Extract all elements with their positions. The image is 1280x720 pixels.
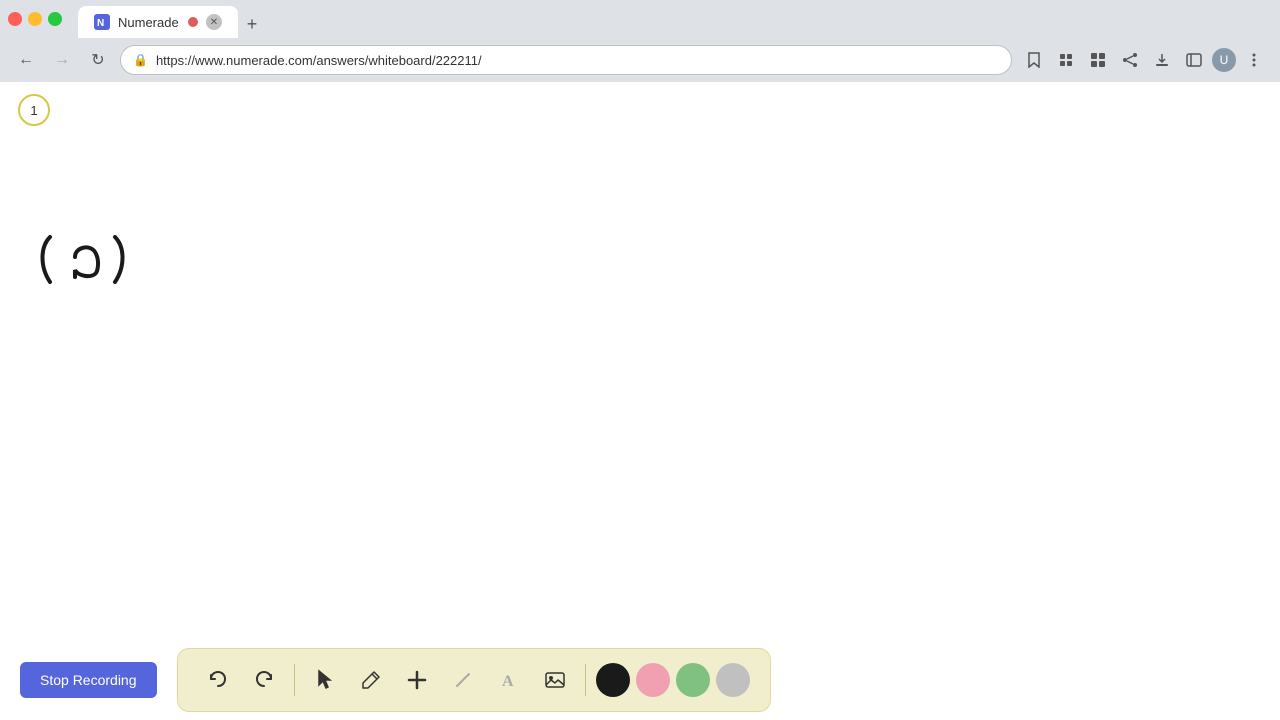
undo-icon — [207, 669, 229, 691]
image-icon — [544, 669, 566, 691]
image-tool-button[interactable] — [535, 660, 575, 700]
window-controls — [8, 12, 62, 26]
tab-title: Numerade — [118, 15, 180, 30]
select-tool-button[interactable] — [305, 660, 345, 700]
download-button[interactable] — [1148, 46, 1176, 74]
whiteboard[interactable]: 1 Stop Recording — [0, 82, 1280, 720]
browser-frame: N Numerade ✕ + ← → ↻ 🔒 https://www.numer… — [0, 0, 1280, 720]
extensions-button[interactable] — [1052, 46, 1080, 74]
grid-icon — [1090, 52, 1106, 68]
svg-text:A: A — [502, 673, 514, 690]
color-green-button[interactable] — [676, 663, 710, 697]
tab-bar: N Numerade ✕ + — [78, 0, 1272, 38]
browser-toolbar-icons: U — [1020, 46, 1268, 74]
lock-icon: 🔒 — [133, 53, 148, 67]
eraser-tool-button[interactable] — [443, 660, 483, 700]
sidebar-button[interactable] — [1180, 46, 1208, 74]
color-pink-button[interactable] — [636, 663, 670, 697]
maximize-window-button[interactable] — [48, 12, 62, 26]
svg-text:N: N — [97, 18, 104, 29]
more-icon — [1246, 52, 1262, 68]
color-gray-button[interactable] — [716, 663, 750, 697]
handwriting-svg — [30, 222, 150, 302]
color-black-button[interactable] — [596, 663, 630, 697]
new-tab-button[interactable]: + — [238, 10, 266, 38]
text-tool-button[interactable]: A — [489, 660, 529, 700]
address-bar[interactable]: 🔒 https://www.numerade.com/answers/white… — [120, 45, 1012, 75]
download-icon — [1154, 52, 1170, 68]
page-content: 1 Stop Recording — [0, 82, 1280, 720]
share-icon — [1122, 52, 1138, 68]
address-bar-row: ← → ↻ 🔒 https://www.numerade.com/answers… — [0, 38, 1280, 82]
stop-recording-button[interactable]: Stop Recording — [20, 662, 157, 698]
bookmark-icon — [1026, 52, 1042, 68]
bottom-toolbar-wrapper: Stop Recording — [0, 640, 1280, 720]
share-button[interactable] — [1116, 46, 1144, 74]
text-icon: A — [498, 669, 520, 691]
url-text: https://www.numerade.com/answers/whitebo… — [156, 53, 999, 68]
reload-button[interactable]: ↻ — [84, 46, 112, 74]
pen-icon — [360, 669, 382, 691]
sidebar-icon — [1186, 52, 1202, 68]
puzzle-icon — [1058, 52, 1074, 68]
redo-icon — [253, 669, 275, 691]
handwritten-content — [30, 222, 150, 312]
minimize-window-button[interactable] — [28, 12, 42, 26]
add-tool-button[interactable] — [397, 660, 437, 700]
active-tab[interactable]: N Numerade ✕ — [78, 6, 238, 38]
menu-button[interactable] — [1240, 46, 1268, 74]
plus-icon — [406, 669, 428, 691]
undo-button[interactable] — [198, 660, 238, 700]
profile-avatar[interactable]: U — [1212, 48, 1236, 72]
tab-close-button[interactable]: ✕ — [206, 14, 222, 30]
eraser-icon — [452, 669, 474, 691]
redo-button[interactable] — [244, 660, 284, 700]
page-number-badge: 1 — [18, 94, 50, 126]
close-window-button[interactable] — [8, 12, 22, 26]
toolbar-divider-2 — [585, 664, 586, 696]
toolbar-divider-1 — [294, 664, 295, 696]
title-bar: N Numerade ✕ + — [0, 0, 1280, 38]
back-button[interactable]: ← — [12, 46, 40, 74]
grid-button[interactable] — [1084, 46, 1112, 74]
cursor-icon — [314, 669, 336, 691]
tab-favicon: N — [94, 14, 110, 30]
recording-indicator — [188, 17, 198, 27]
drawing-toolbar: A — [177, 648, 771, 712]
page-number: 1 — [30, 103, 37, 118]
forward-button[interactable]: → — [48, 46, 76, 74]
bookmark-button[interactable] — [1020, 46, 1048, 74]
pen-tool-button[interactable] — [351, 660, 391, 700]
